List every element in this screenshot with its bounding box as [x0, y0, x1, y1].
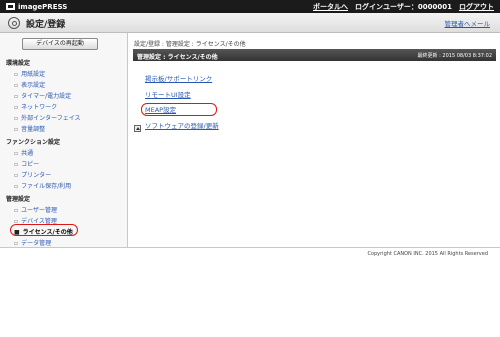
- sidebar-item-timer-power[interactable]: タイマー/電力設定: [14, 91, 71, 100]
- sidebar-item-file-storage[interactable]: ファイル保存/利用: [14, 181, 71, 190]
- software-registration-update-link[interactable]: ソフトウェアの登録/更新: [145, 120, 219, 130]
- scroll-to-top-icon[interactable]: [134, 125, 141, 132]
- sidebar-item-user-management[interactable]: ユーザー管理: [14, 205, 57, 214]
- sidebar-item-external-interface[interactable]: 外部インターフェイス: [14, 113, 80, 122]
- sidebar-item-display-settings[interactable]: 表示設定: [14, 80, 45, 89]
- breadcrumb: 設定/登録 : 管理設定 : ライセンス/その他: [134, 41, 246, 48]
- logout-link[interactable]: ログアウト: [459, 2, 494, 12]
- portal-link[interactable]: ポータルへ: [313, 2, 348, 12]
- brand: imagePRESS: [6, 2, 67, 11]
- footer-area: [0, 248, 500, 337]
- sidebar-item-volume[interactable]: 音量調整: [14, 124, 45, 133]
- sidebar-item-copy[interactable]: コピー: [14, 159, 39, 168]
- page-title: 設定/登録: [26, 20, 66, 30]
- restart-device-button[interactable]: デバイスの再起動: [22, 38, 98, 50]
- software-link-highlight-circle: [141, 103, 217, 116]
- main-content: 設定/登録 : 管理設定 : ライセンス/その他 管理設定 : ライセンス/その…: [129, 33, 500, 247]
- copyright-text: Copyright CANON INC. 2015 All Rights Res…: [367, 251, 488, 257]
- admin-mail-link[interactable]: 管理者へメール: [445, 18, 491, 28]
- sidebar-item-network[interactable]: ネットワーク: [14, 102, 57, 111]
- sidebar-section-preferences: 環境設定: [6, 60, 31, 67]
- sidebar: デバイスの再起動 環境設定 用紙設定 表示設定 タイマー/電力設定 ネットワーク…: [0, 33, 128, 247]
- settings-gear-icon: [8, 17, 20, 29]
- remote-ui-settings-link[interactable]: リモートUI設定: [145, 89, 219, 99]
- section-header-title: 管理設定 : ライセンス/その他: [137, 53, 218, 61]
- sidebar-item-printer[interactable]: プリンター: [14, 170, 51, 179]
- sidebar-item-common[interactable]: 共通: [14, 148, 33, 157]
- section-header: 管理設定 : ライセンス/その他 最終更新 : 2015 08/03 8:37:…: [133, 49, 496, 61]
- login-user-label: ログインユーザー：0000001: [355, 3, 452, 11]
- sidebar-section-management: 管理設定: [6, 196, 31, 203]
- title-bar: 設定/登録 管理者へメール: [0, 13, 500, 33]
- last-updated: 最終更新 : 2015 08/03 8:37:02: [417, 53, 492, 59]
- top-links: ポータルへ ログインユーザー：0000001 ログアウト: [313, 2, 494, 12]
- bulletin-support-link[interactable]: 掲示板/サポートリンク: [145, 73, 219, 83]
- brand-name: imagePRESS: [18, 2, 68, 11]
- top-bar: imagePRESS ポータルへ ログインユーザー：0000001 ログアウト: [0, 0, 500, 13]
- active-item-highlight-circle: [10, 224, 78, 236]
- sidebar-item-paper-settings[interactable]: 用紙設定: [14, 69, 45, 78]
- sidebar-item-data-management[interactable]: データ管理: [14, 238, 51, 247]
- brand-logo-icon: [6, 3, 15, 10]
- sidebar-section-function: ファンクション設定: [6, 139, 61, 146]
